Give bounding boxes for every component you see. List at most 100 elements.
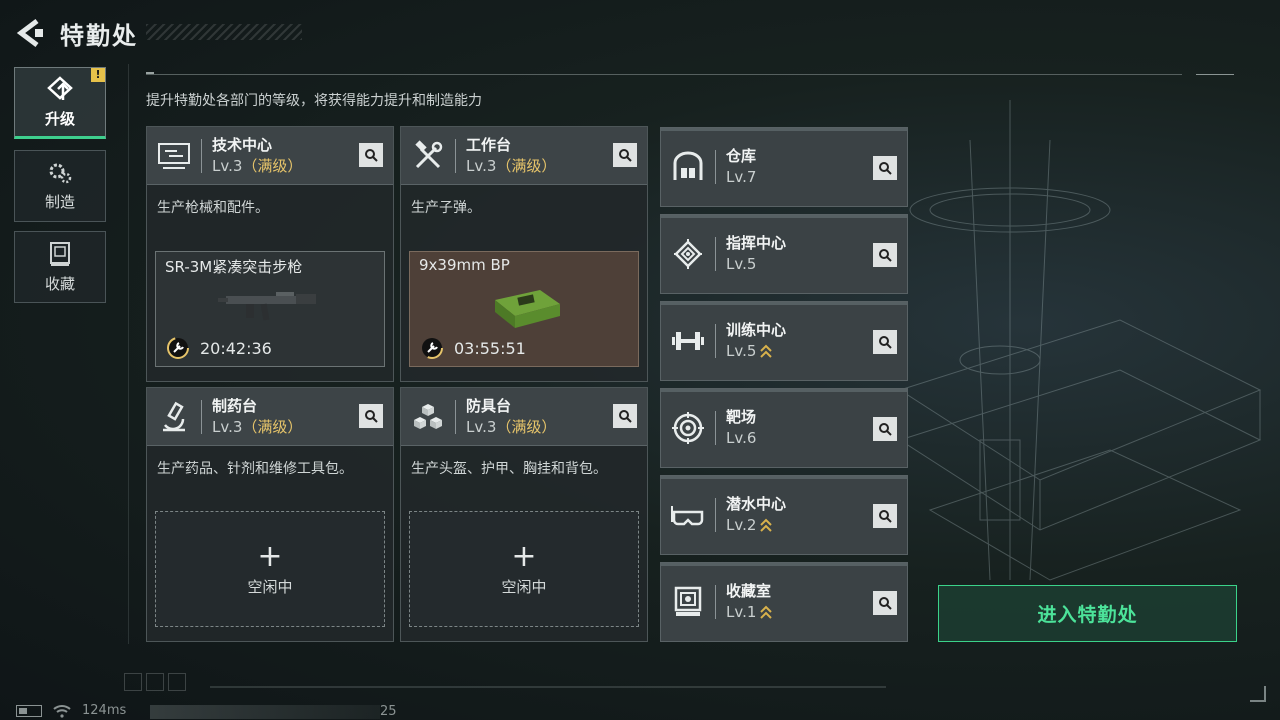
inspect-button[interactable]	[873, 591, 897, 615]
nav-tab-collection[interactable]: 收藏	[14, 231, 106, 303]
page-title: 特勤处	[60, 22, 138, 50]
facility-level: Lv.1	[726, 601, 773, 623]
level-value: Lv.7	[726, 168, 757, 186]
product-name: SR-3M紧凑突击步枪	[165, 258, 303, 276]
dumbbell-icon	[669, 322, 707, 360]
status-background-bar	[150, 705, 380, 719]
card-header: 防具台 Lv.3（满级）	[401, 388, 647, 446]
level-value: Lv.3	[212, 156, 243, 175]
microscope-icon	[155, 398, 193, 436]
search-icon	[879, 423, 892, 436]
inspect-button[interactable]	[873, 243, 897, 267]
facility-description: 生产枪械和配件。	[157, 200, 269, 216]
notification-badge: !	[91, 68, 105, 82]
timer-value: 20:42:36	[200, 338, 272, 358]
upgrade-available-icon	[760, 344, 773, 358]
bottom-decoration	[124, 673, 186, 691]
divider	[1196, 74, 1234, 75]
chip-icon	[669, 235, 707, 273]
back-arrow-icon	[16, 19, 43, 47]
facility-description: 生产药品、针剂和维修工具包。	[157, 461, 353, 477]
search-icon	[879, 249, 892, 262]
search-icon	[879, 336, 892, 349]
facility-name: 防具台	[466, 396, 512, 415]
search-icon	[365, 149, 378, 162]
card-header: 工作台 Lv.3（满级）	[401, 127, 647, 185]
showcase-icon	[669, 583, 707, 621]
inspect-button[interactable]	[873, 504, 897, 528]
nav-tab-label: 升级	[44, 109, 75, 128]
level-value: Lv.3	[466, 156, 497, 175]
nav-tab-label: 收藏	[44, 274, 75, 293]
facility-card-command-center[interactable]: 指挥中心 Lv.5	[660, 214, 908, 294]
divider	[146, 74, 1182, 75]
facility-name: 指挥中心	[726, 234, 787, 252]
nav-tab-craft[interactable]: 制造	[14, 150, 106, 222]
cubes-icon	[409, 398, 447, 436]
back-button[interactable]	[14, 16, 44, 50]
inspect-button[interactable]	[873, 156, 897, 180]
upgrade-available-icon	[760, 605, 773, 619]
target-icon	[669, 409, 707, 447]
level-value: Lv.5	[726, 342, 757, 360]
facility-card-workbench[interactable]: 工作台 Lv.3（满级） 生产子弹。 9x39mm BP 03:55:51	[400, 126, 648, 382]
idle-production-slot[interactable]: + 空闲中	[409, 511, 639, 627]
inspect-button[interactable]	[873, 417, 897, 441]
idle-label: 空闲中	[247, 577, 293, 596]
search-icon	[619, 149, 632, 162]
inspect-button[interactable]	[873, 330, 897, 354]
inspect-button[interactable]	[359, 143, 383, 167]
level-value: Lv.2	[726, 516, 757, 534]
facility-level: Lv.3（满级）	[466, 155, 556, 177]
facility-card-diving-center[interactable]: 潜水中心 Lv.2	[660, 475, 908, 555]
divider	[715, 150, 716, 184]
enter-base-button[interactable]: 进入特勤处	[938, 585, 1237, 642]
facility-card-tech-center[interactable]: 技术中心 Lv.3（满级） 生产枪械和配件。 SR-3M紧凑突击步枪 20:42…	[146, 126, 394, 382]
divider-tick	[146, 72, 154, 74]
facility-description: 生产子弹。	[411, 200, 481, 216]
wifi-icon	[53, 704, 71, 718]
inspect-button[interactable]	[359, 404, 383, 428]
timer-wrench-icon	[421, 337, 443, 359]
inspect-button[interactable]	[613, 143, 637, 167]
timer-wrench-icon	[167, 337, 189, 359]
facility-name: 制药台	[212, 396, 258, 415]
battery-icon	[16, 704, 42, 717]
nav-tab-upgrade[interactable]: ! 升级	[14, 67, 106, 139]
page-description: 提升特勤处各部门的等级，将获得能力提升和制造能力	[146, 93, 482, 109]
facility-card-training-center[interactable]: 训练中心 Lv.5	[660, 301, 908, 381]
divider	[128, 64, 129, 644]
divider	[201, 399, 202, 434]
search-icon	[365, 410, 378, 423]
facility-card-pharmacy[interactable]: 制药台 Lv.3（满级） 生产药品、针剂和维修工具包。 + 空闲中	[146, 387, 394, 642]
plus-icon: +	[257, 538, 283, 574]
facility-card-shooting-range[interactable]: 靶场 Lv.6	[660, 388, 908, 468]
product-name: 9x39mm BP	[419, 256, 510, 274]
production-slot[interactable]: 9x39mm BP 03:55:51	[409, 251, 639, 367]
facility-card-collection-room[interactable]: 收藏室 Lv.1	[660, 562, 908, 642]
divider	[201, 138, 202, 173]
monitor-icon	[155, 137, 193, 175]
plus-icon: +	[511, 538, 537, 574]
production-timer: 03:55:51	[420, 336, 526, 360]
facility-card-warehouse[interactable]: 仓库 Lv.7	[660, 127, 908, 207]
facility-level: Lv.3（满级）	[466, 416, 556, 438]
goggles-icon	[669, 496, 707, 534]
facility-card-armor-bench[interactable]: 防具台 Lv.3（满级） 生产头盔、护甲、胸挂和背包。 + 空闲中	[400, 387, 648, 642]
warehouse-icon	[669, 148, 707, 186]
level-value: Lv.3	[212, 417, 243, 436]
divider	[455, 138, 456, 173]
facility-name: 工作台	[466, 135, 512, 154]
idle-production-slot[interactable]: + 空闲中	[155, 511, 385, 627]
max-level-tag: （满级）	[496, 156, 557, 175]
production-slot[interactable]: SR-3M紧凑突击步枪 20:42:36	[155, 251, 385, 367]
upgrade-available-icon	[760, 518, 773, 532]
search-icon	[879, 162, 892, 175]
facility-level: Lv.5	[726, 340, 786, 362]
inspect-button[interactable]	[613, 404, 637, 428]
level-value: Lv.6	[726, 429, 757, 447]
divider	[455, 399, 456, 434]
search-icon	[619, 410, 632, 423]
production-timer: 20:42:36	[166, 336, 272, 360]
facility-name: 靶场	[726, 408, 757, 426]
